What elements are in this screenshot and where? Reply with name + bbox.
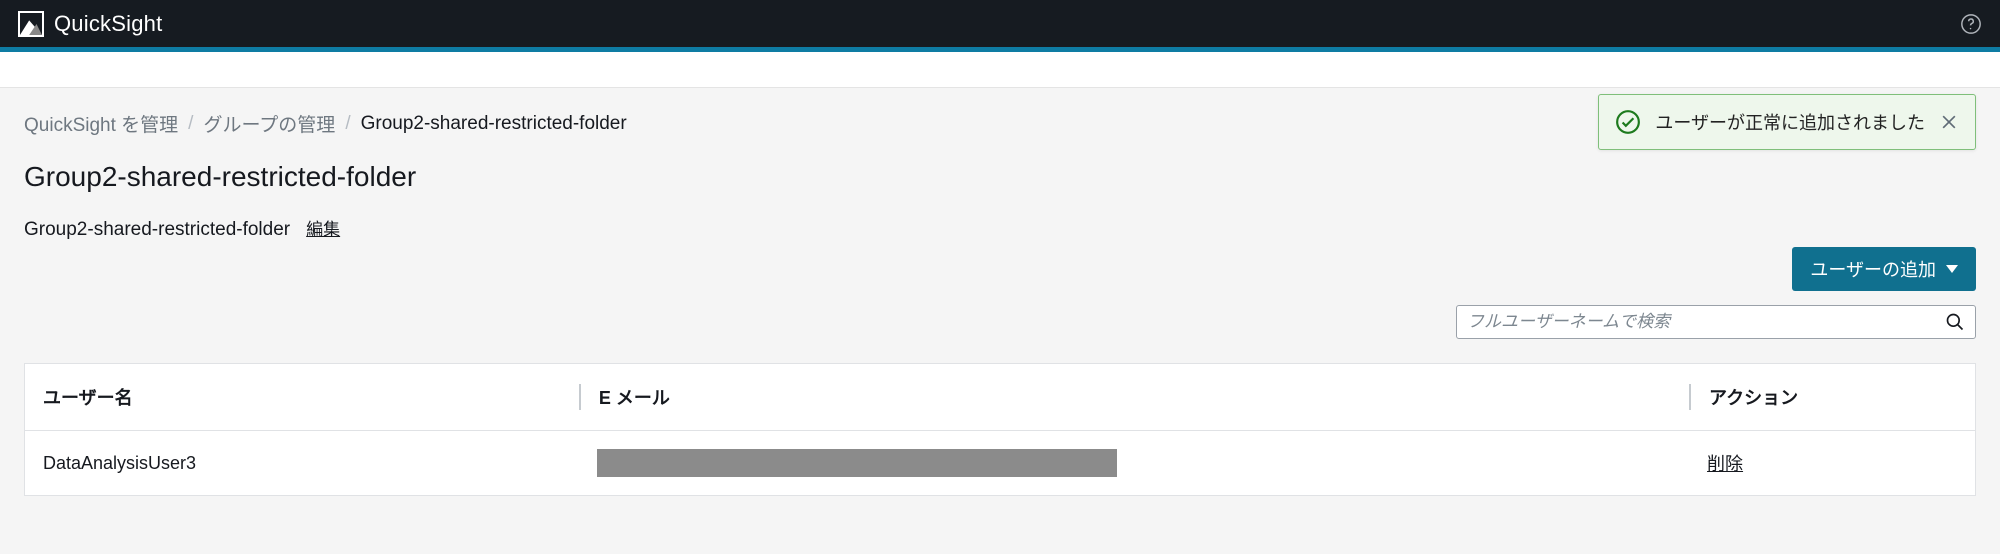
group-name-row: Group2-shared-restricted-folder 編集 xyxy=(24,215,1976,241)
breadcrumb-link-groups[interactable]: グループの管理 xyxy=(203,110,335,137)
check-circle-icon xyxy=(1615,109,1641,135)
table-header: ユーザー名 E メール アクション xyxy=(25,364,1975,431)
breadcrumb-separator: / xyxy=(188,113,193,135)
breadcrumb-separator: / xyxy=(345,113,350,135)
table-row: DataAnalysisUser3 削除 xyxy=(25,431,1975,495)
breadcrumb-current: Group2-shared-restricted-folder xyxy=(361,113,627,135)
delete-link[interactable]: 削除 xyxy=(1707,454,1743,474)
search-icon[interactable] xyxy=(1945,312,1965,332)
add-user-button[interactable]: ユーザーの追加 xyxy=(1792,247,1976,291)
col-header-user: ユーザー名 xyxy=(43,384,579,410)
edit-link[interactable]: 編集 xyxy=(306,215,340,240)
breadcrumb-link-manage[interactable]: QuickSight を管理 xyxy=(24,110,178,137)
app-title: QuickSight xyxy=(54,11,162,37)
search-box[interactable] xyxy=(1456,305,1976,339)
cell-action: 削除 xyxy=(1689,450,1957,476)
actions-row: ユーザーの追加 xyxy=(24,247,1976,291)
topbar-right xyxy=(1960,13,1982,35)
topbar: QuickSight xyxy=(0,0,2000,47)
group-name: Group2-shared-restricted-folder xyxy=(24,219,290,241)
search-row xyxy=(24,305,1976,339)
email-redacted-block xyxy=(597,449,1117,477)
close-icon[interactable] xyxy=(1939,112,1959,132)
quicksight-logo-icon xyxy=(18,11,44,37)
page-title: Group2-shared-restricted-folder xyxy=(24,161,1976,193)
search-input[interactable] xyxy=(1467,312,1945,332)
topbar-left: QuickSight xyxy=(18,11,162,37)
cell-email xyxy=(579,449,1689,477)
chevron-down-icon xyxy=(1946,265,1958,273)
col-header-email: E メール xyxy=(579,384,1689,410)
subheader xyxy=(0,52,2000,88)
help-icon[interactable] xyxy=(1960,13,1982,35)
cell-username: DataAnalysisUser3 xyxy=(43,453,579,474)
add-user-label: ユーザーの追加 xyxy=(1810,256,1936,282)
toast-message: ユーザーが正常に追加されました xyxy=(1655,109,1925,135)
success-toast: ユーザーが正常に追加されました xyxy=(1598,94,1976,150)
content: ユーザーが正常に追加されました QuickSight を管理 / グループの管理… xyxy=(0,88,2000,518)
col-header-action: アクション xyxy=(1689,384,1957,410)
users-table: ユーザー名 E メール アクション DataAnalysisUser3 削除 xyxy=(24,363,1976,496)
